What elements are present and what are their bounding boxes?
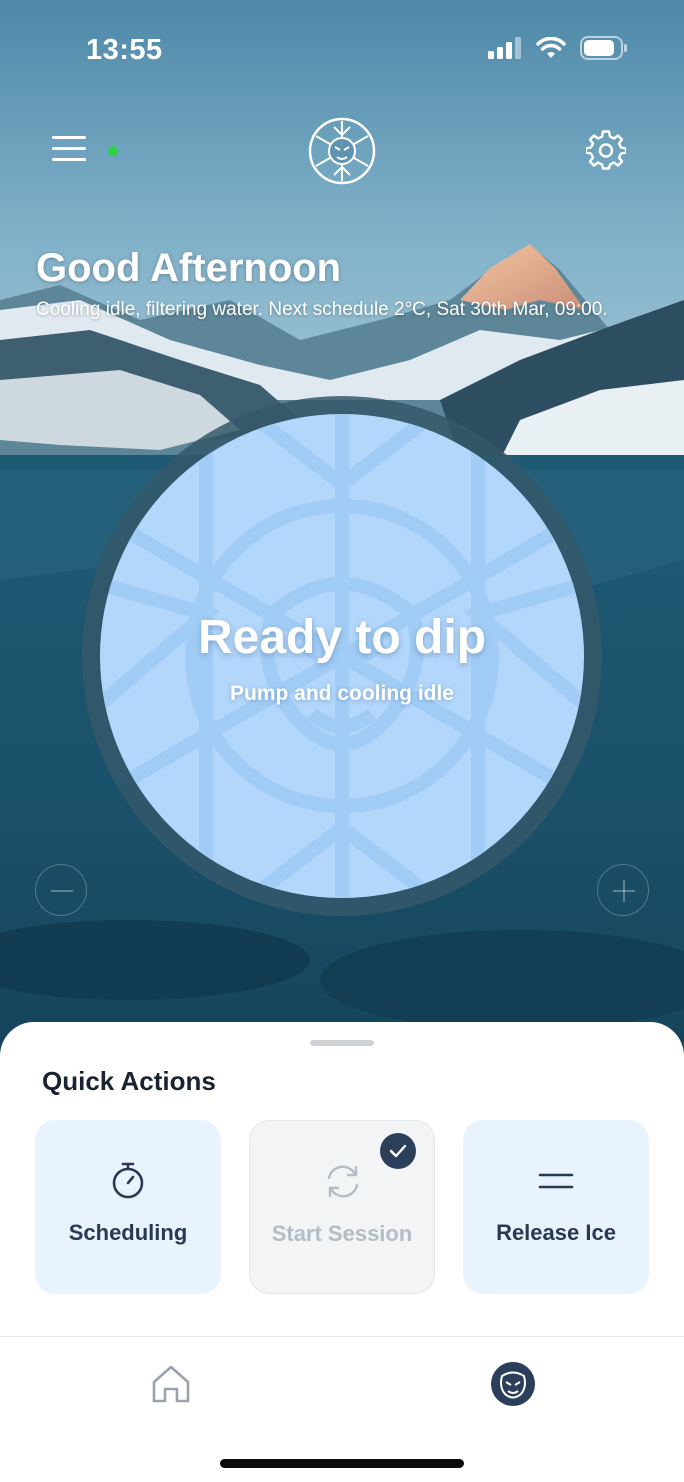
start-session-label: Start Session — [271, 1221, 413, 1246]
check-icon — [389, 1144, 407, 1158]
cellular-signal-icon — [488, 37, 521, 59]
home-icon[interactable] — [150, 1363, 192, 1405]
quick-actions-title: Quick Actions — [42, 1066, 216, 1096]
greeting-title: Good Afternoon — [36, 246, 342, 290]
check-badge — [380, 1133, 416, 1169]
equals-icon — [538, 1173, 574, 1189]
hamburger-menu-icon[interactable] — [52, 136, 86, 164]
status-time: 13:55 — [86, 34, 163, 66]
wifi-icon — [536, 37, 566, 58]
minus-icon — [51, 890, 73, 892]
sheet-drag-handle[interactable] — [310, 1040, 374, 1046]
start-session-button[interactable]: Start Session — [249, 1120, 435, 1294]
greeting: Good Afternoon Cooling idle, filtering w… — [36, 244, 636, 324]
greeting-subtitle: Cooling idle, filtering water. Next sche… — [36, 299, 608, 320]
refresh-icon — [327, 1165, 359, 1198]
status-bar: 13:55 — [0, 0, 684, 100]
plus-icon — [613, 880, 635, 902]
connection-status-dot — [108, 146, 118, 156]
release-ice-label: Release Ice — [496, 1220, 616, 1245]
gear-icon[interactable] — [586, 130, 626, 170]
top-nav — [0, 112, 684, 192]
dial-subtitle: Pump and cooling idle — [229, 682, 454, 705]
release-ice-button[interactable]: Release Ice — [463, 1120, 649, 1294]
scheduling-button[interactable]: Scheduling — [35, 1120, 221, 1294]
home-indicator — [220, 1459, 464, 1468]
increase-button[interactable] — [597, 864, 649, 916]
brand-logo-icon — [308, 117, 376, 185]
scheduling-label: Scheduling — [68, 1220, 188, 1245]
tab-bar — [0, 1336, 684, 1482]
status-icons — [488, 36, 628, 60]
dial-title: Ready to dip — [197, 611, 487, 664]
status-dial[interactable]: Ready to dip Pump and cooling idle — [100, 414, 584, 898]
brand-logo-tab-icon[interactable] — [490, 1361, 536, 1407]
decrease-button[interactable] — [35, 864, 87, 916]
battery-icon — [580, 36, 627, 60]
stopwatch-icon — [112, 1162, 144, 1199]
